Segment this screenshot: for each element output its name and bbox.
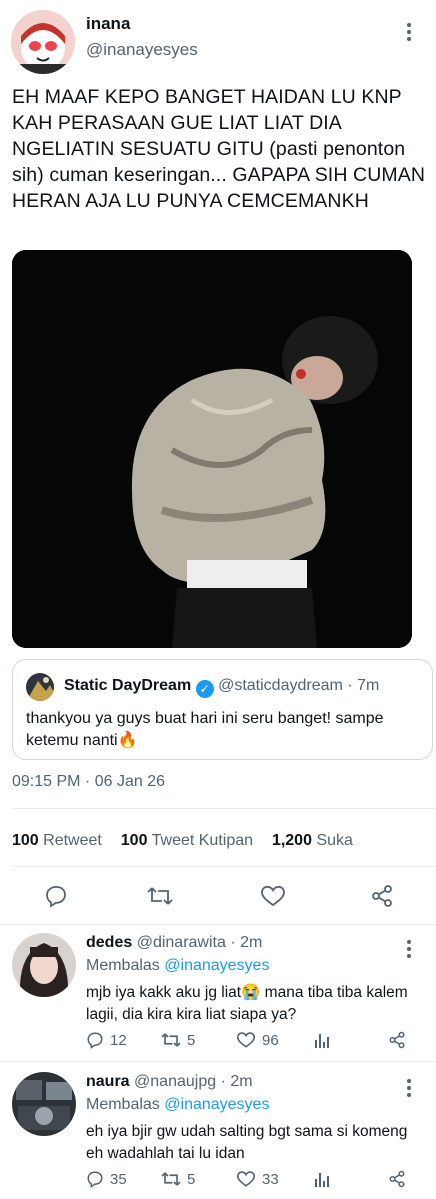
tweet-stats: 100 Retweet 100 Tweet Kutipan 1,200 Suka: [12, 832, 353, 850]
analytics-icon: [315, 1173, 329, 1187]
share-icon: [389, 1031, 405, 1049]
quotes-count: 100: [120, 832, 148, 849]
tweet-text: EH MAAF KEPO BANGET HAIDAN LU KNP KAH PE…: [12, 86, 426, 212]
likes-label: Suka: [316, 832, 353, 849]
tweet-photo[interactable]: [12, 250, 412, 648]
analytics-button[interactable]: [313, 1170, 331, 1193]
retweets-label: Retweet: [43, 832, 102, 849]
reply-author-handle[interactable]: @dinarawita: [137, 934, 226, 951]
reply-item[interactable]: naura @nanaujpg · 2m Membalas @inanayesy…: [0, 1062, 436, 1199]
retweet-count: 5: [187, 1031, 196, 1049]
author-handle[interactable]: @inanayesyes: [86, 40, 198, 60]
reply-count: 35: [110, 1170, 127, 1188]
like-icon: [236, 1171, 256, 1187]
retweet-button[interactable]: 5: [161, 1031, 195, 1049]
author-avatar[interactable]: [11, 10, 75, 74]
reply-button[interactable]: 35: [86, 1170, 127, 1188]
reply-item[interactable]: dedes @dinarawita · 2m Membalas @inanaye…: [0, 925, 436, 1061]
reply-count: 12: [110, 1031, 127, 1049]
replying-to-prefix: Membalas: [86, 1096, 160, 1113]
share-icon: [389, 1170, 405, 1188]
reply-icon: [87, 1032, 103, 1049]
retweets-stat[interactable]: 100 Retweet: [12, 832, 102, 849]
retweet-icon: [161, 1172, 181, 1186]
reply-icon: [87, 1171, 103, 1188]
quoted-tweet[interactable]: Static DayDream ✓ @staticdaydream · 7m t…: [12, 659, 433, 760]
share-icon: [372, 885, 392, 907]
reply-button[interactable]: 12: [86, 1031, 127, 1049]
reply-text: eh iya bjir gw udah salting bgt sama si …: [86, 1123, 408, 1162]
like-count: 96: [262, 1031, 279, 1049]
replying-to-link[interactable]: @inanayesyes: [164, 957, 269, 974]
like-button[interactable]: 33: [236, 1170, 279, 1188]
more-vertical-icon[interactable]: [403, 937, 415, 961]
retweet-button[interactable]: [147, 884, 173, 913]
like-icon: [236, 1032, 256, 1048]
share-button[interactable]: [388, 1031, 406, 1054]
reply-button[interactable]: [44, 884, 68, 913]
reply-time: · 2m: [230, 934, 263, 951]
analytics-button[interactable]: [313, 1031, 331, 1054]
reply-author-name[interactable]: dedes: [86, 934, 132, 951]
tweet-timestamp: 09:15 PM · 06 Jan 26: [12, 773, 165, 790]
divider: [12, 866, 436, 867]
retweet-count: 5: [187, 1170, 196, 1188]
like-button[interactable]: [260, 884, 286, 913]
replying-to-prefix: Membalas: [86, 957, 160, 974]
reply-author-avatar[interactable]: [12, 933, 76, 997]
retweet-icon: [147, 887, 173, 905]
more-vertical-icon[interactable]: [403, 20, 415, 44]
reply-icon: [46, 886, 66, 908]
more-vertical-icon[interactable]: [403, 1076, 415, 1100]
verified-badge-icon: ✓: [195, 680, 214, 698]
likes-count: 1,200: [271, 832, 312, 849]
like-icon: [261, 885, 285, 907]
analytics-icon: [315, 1034, 329, 1048]
reply-author-name[interactable]: naura: [86, 1073, 130, 1090]
quoted-author-handle: @staticdaydream: [218, 677, 343, 694]
quoted-time: · 7m: [347, 677, 380, 694]
reply-time: · 2m: [220, 1073, 253, 1090]
quoted-author-avatar: [26, 673, 54, 701]
quotes-label: Tweet Kutipan: [151, 832, 254, 849]
reply-author-avatar[interactable]: [12, 1072, 76, 1136]
likes-stat[interactable]: 1,200 Suka: [272, 832, 353, 849]
share-button[interactable]: [388, 1170, 406, 1193]
quoted-text: thankyou ya guys buat hari ini seru bang…: [26, 710, 384, 749]
like-count: 33: [262, 1170, 279, 1188]
retweet-button[interactable]: 5: [161, 1170, 195, 1188]
replying-to-link[interactable]: @inanayesyes: [164, 1096, 269, 1113]
reply-text: mjb iya kakk aku jg liat😭 mana tiba tiba…: [86, 984, 408, 1023]
share-button[interactable]: [370, 884, 394, 913]
quoted-author-name: Static DayDream: [64, 677, 192, 694]
author-name[interactable]: inana: [86, 14, 130, 34]
like-button[interactable]: 96: [236, 1031, 279, 1049]
quotes-stat[interactable]: 100 Tweet Kutipan: [121, 832, 253, 849]
divider: [12, 808, 436, 809]
retweets-count: 100: [12, 832, 39, 849]
reply-author-handle[interactable]: @nanaujpg: [134, 1073, 216, 1090]
retweet-icon: [161, 1033, 181, 1047]
